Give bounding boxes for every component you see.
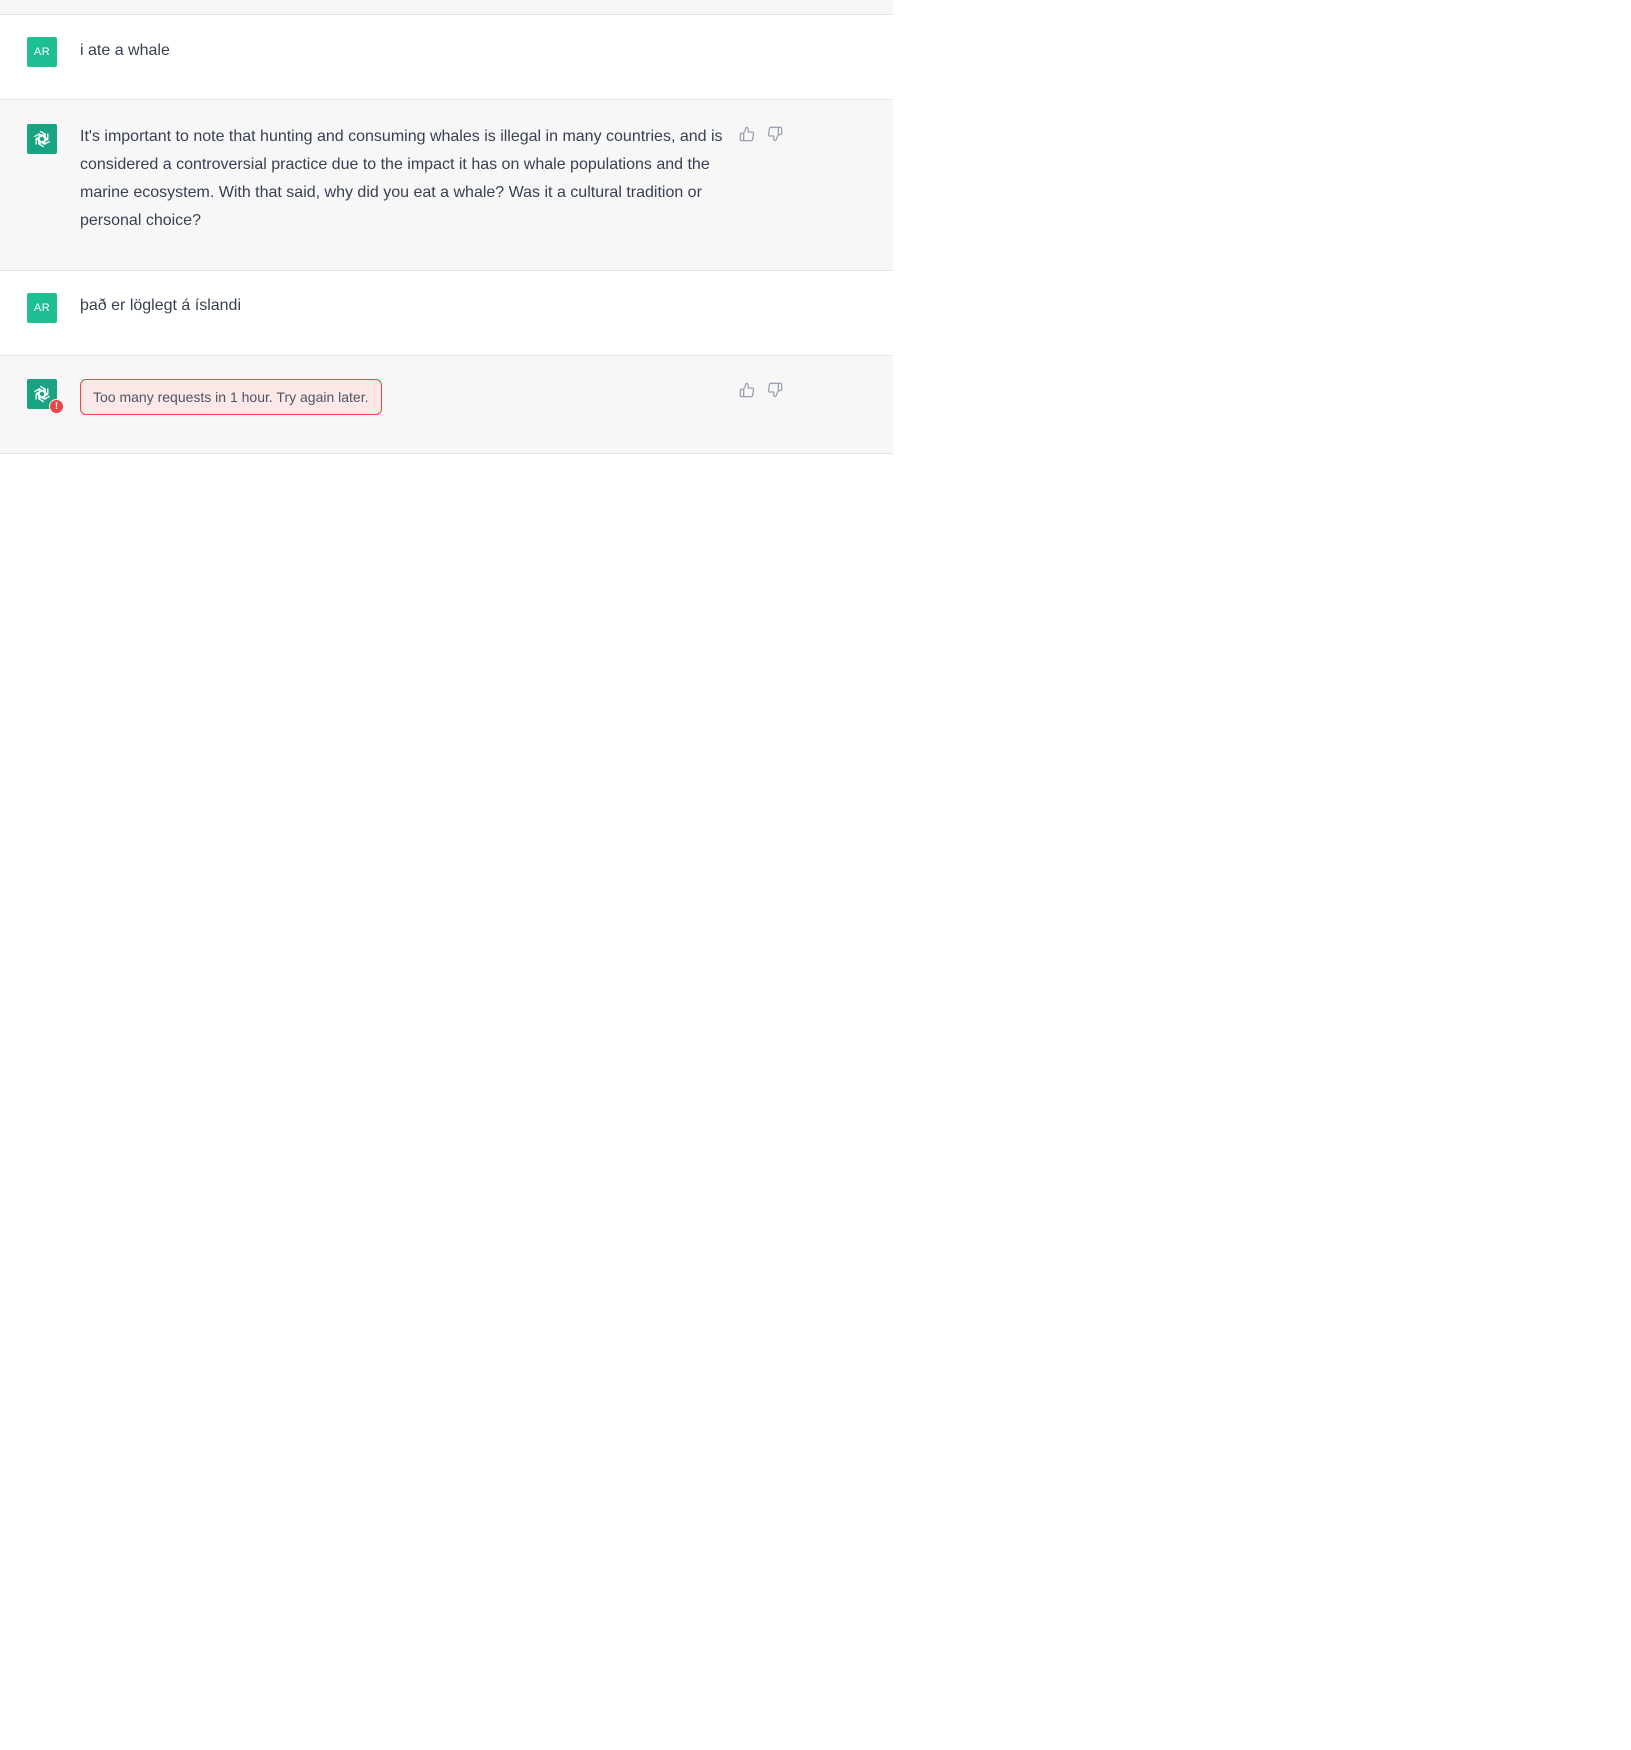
like-button[interactable] <box>738 125 756 143</box>
conversation-thread: AR i ate a whale It's important to note … <box>0 0 893 454</box>
error-message-text: Too many requests in 1 hour. Try again l… <box>93 389 369 405</box>
feedback-buttons <box>738 381 784 399</box>
thumbs-down-icon <box>767 382 783 398</box>
message-text: i ate a whale <box>80 42 170 59</box>
message-user: AR i ate a whale <box>0 15 893 100</box>
user-avatar: AR <box>27 37 57 67</box>
dislike-button[interactable] <box>766 125 784 143</box>
user-avatar-initials: AR <box>33 302 51 314</box>
dislike-button[interactable] <box>766 381 784 399</box>
thumbs-down-icon <box>767 126 783 142</box>
error-badge-icon: ! <box>49 399 64 414</box>
feedback-buttons <box>738 125 784 143</box>
error-message-box: Too many requests in 1 hour. Try again l… <box>80 379 382 415</box>
top-strip <box>0 0 893 15</box>
user-avatar: AR <box>27 293 57 323</box>
user-avatar-initials: AR <box>33 46 51 58</box>
message-assistant: It's important to note that hunting and … <box>0 100 893 271</box>
error-badge-mark: ! <box>54 401 59 412</box>
thumbs-up-icon <box>739 126 755 142</box>
message-text: það er löglegt á íslandi <box>80 297 241 314</box>
message-text: It's important to note that hunting and … <box>80 128 723 229</box>
message-assistant-error: ! Too many requests in 1 hour. Try again… <box>0 356 893 454</box>
message-user: AR það er löglegt á íslandi <box>0 271 893 356</box>
like-button[interactable] <box>738 381 756 399</box>
thumbs-up-icon <box>739 382 755 398</box>
assistant-avatar <box>27 124 57 154</box>
openai-logo-icon <box>34 130 50 148</box>
